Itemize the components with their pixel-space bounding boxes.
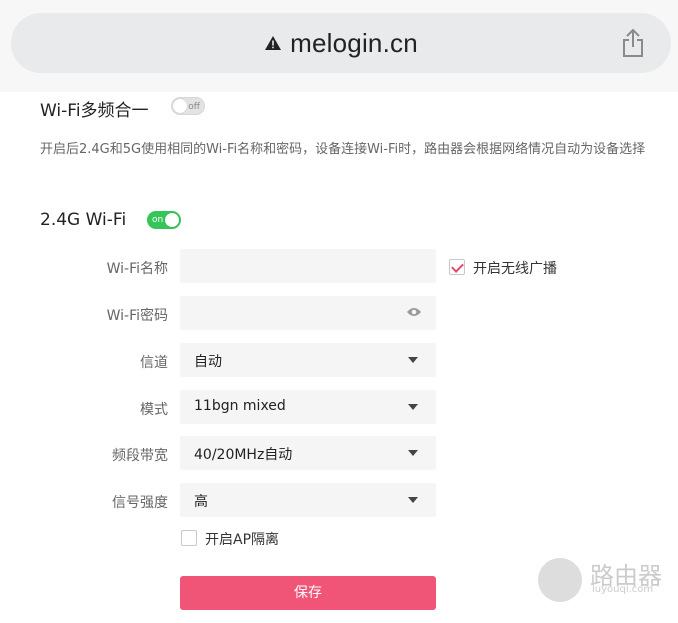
share-icon[interactable] (621, 28, 645, 58)
channel-value: 自动 (194, 354, 222, 370)
chevron-down-icon (408, 450, 418, 456)
power-label: 信号强度 (112, 495, 168, 511)
multiband-toggle-label: off (188, 102, 200, 112)
wifi24-toggle-label: on (152, 215, 164, 225)
broadcast-label: 开启无线广播 (473, 261, 557, 277)
multiband-title: Wi-Fi多频合一 (40, 101, 149, 121)
browser-top-bar: melogin.cn (0, 0, 678, 92)
chevron-down-icon (408, 497, 418, 503)
mode-value: 11bgn mixed (194, 398, 286, 414)
chevron-down-icon (408, 357, 418, 363)
bandwidth-select[interactable]: 40/20MHz自动 (180, 436, 436, 470)
broadcast-checkbox[interactable] (449, 259, 465, 275)
ap-isolation-checkbox[interactable] (181, 530, 197, 546)
toggle-knob (173, 99, 187, 113)
address-bar[interactable]: melogin.cn (11, 13, 671, 73)
router-logo-icon (538, 558, 582, 602)
url-display: melogin.cn (11, 13, 671, 73)
wifi24-toggle[interactable]: on (147, 211, 181, 229)
watermark: 路由器 luyouqi.com (538, 554, 662, 604)
mode-label: 模式 (140, 402, 168, 418)
power-select[interactable]: 高 (180, 483, 436, 517)
warning-triangle-icon (265, 36, 282, 50)
save-button[interactable]: 保存 (180, 576, 436, 610)
multiband-description: 开启后2.4G和5G使用相同的Wi-Fi名称和密码，设备连接Wi-Fi时，路由器… (40, 142, 646, 157)
channel-select[interactable]: 自动 (180, 343, 436, 377)
toggle-knob (165, 213, 179, 227)
ap-isolation-label: 开启AP隔离 (205, 532, 280, 548)
multiband-toggle[interactable]: off (171, 97, 205, 115)
password-input[interactable] (180, 296, 436, 330)
wifi-settings-panel: Wi-Fi多频合一 off 开启后2.4G和5G使用相同的Wi-Fi名称和密码，… (0, 92, 678, 623)
ssid-input[interactable] (180, 249, 436, 283)
password-label: Wi-Fi密码 (106, 308, 168, 324)
url-text: melogin.cn (290, 27, 418, 58)
wifi24-title: 2.4G Wi-Fi (40, 210, 127, 230)
chevron-down-icon (408, 404, 418, 410)
channel-label: 信道 (140, 355, 168, 371)
bandwidth-label: 频段带宽 (112, 448, 168, 464)
eye-icon[interactable] (406, 306, 422, 318)
mode-select[interactable]: 11bgn mixed (180, 390, 436, 424)
power-value: 高 (194, 494, 208, 510)
bandwidth-value: 40/20MHz自动 (194, 447, 293, 463)
watermark-subtext: luyouqi.com (592, 584, 654, 595)
ssid-label: Wi-Fi名称 (106, 261, 168, 277)
